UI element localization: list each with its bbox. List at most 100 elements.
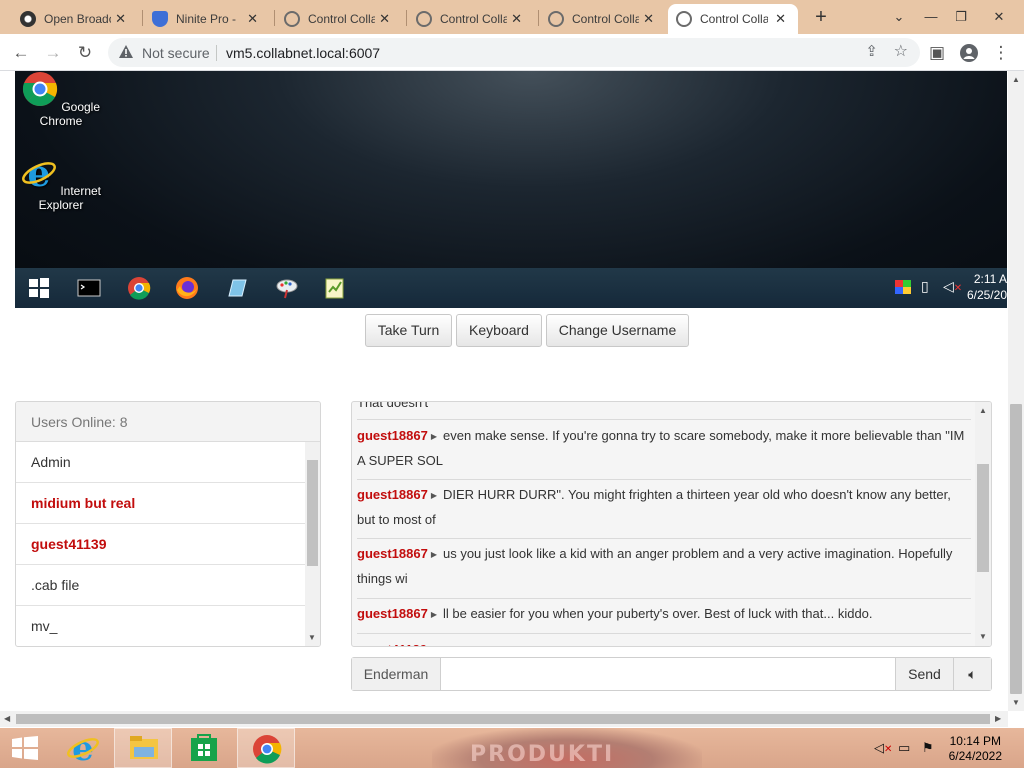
tab-title: Control Colla xyxy=(440,12,508,26)
close-window-button[interactable]: ✕ xyxy=(984,4,1014,30)
speaker-muted-icon[interactable]: ◁✕ xyxy=(943,278,962,295)
scroll-up-arrow-icon[interactable]: ▲ xyxy=(979,406,987,415)
user-list-item[interactable]: .cab file xyxy=(16,565,305,606)
page-horizontal-scrollbar-thumb[interactable] xyxy=(16,714,990,724)
desktop-icon-internet-explorer[interactable]: e Internet Explorer xyxy=(15,153,107,212)
globe-icon xyxy=(548,11,564,27)
taskbar-store[interactable] xyxy=(176,728,234,768)
minimize-button[interactable]: — xyxy=(916,4,946,30)
chat-input-bar: Enderman Send 🔈︎ xyxy=(351,657,992,691)
scroll-up-arrow-icon[interactable]: ▲ xyxy=(1012,75,1020,84)
chat-username[interactable]: guest41139 xyxy=(357,642,427,646)
tab-separator xyxy=(274,10,275,26)
more-menu-icon[interactable]: ⋮ xyxy=(988,40,1014,66)
remote-desktop-view[interactable]: Google Chrome e Internet Explorer ▯ ◁✕ 2… xyxy=(15,71,1007,308)
tab-open-broadcaster[interactable]: Open Broadcaster ✕ xyxy=(12,4,138,34)
tab-ninite-pro[interactable]: Ninite Pro - ✕ xyxy=(144,4,270,34)
user-list-item[interactable]: midium but real xyxy=(16,483,305,524)
scroll-down-arrow-icon[interactable]: ▼ xyxy=(1012,698,1020,707)
ie-icon: e xyxy=(67,732,99,764)
scroll-right-arrow-icon[interactable]: ▶ xyxy=(995,714,1001,723)
color-display-icon[interactable] xyxy=(895,280,911,294)
network-icon[interactable]: ▭ xyxy=(898,740,910,756)
chat-username[interactable]: guest18867 xyxy=(357,487,428,502)
chat-message: guest18867 ▶ us you just look like a kid w… xyxy=(357,538,971,599)
new-tab-button[interactable]: + xyxy=(808,6,834,30)
chat-scrollbar-thumb[interactable] xyxy=(977,464,989,572)
tab-separator xyxy=(538,10,539,26)
flag-icon[interactable]: ⚑ xyxy=(922,740,934,756)
back-arrow-icon[interactable]: ← xyxy=(8,40,34,66)
user-list-item[interactable]: mv_ xyxy=(16,606,305,646)
close-tab-icon[interactable]: ✕ xyxy=(507,11,526,27)
speaker-muted-icon[interactable]: ◁✕ xyxy=(874,740,892,756)
page-vertical-scrollbar-thumb[interactable] xyxy=(1010,404,1022,694)
keyboard-button[interactable]: Keyboard xyxy=(456,314,542,347)
tab-control-collab-active[interactable]: Control Colla ✕ xyxy=(668,4,798,34)
notepad-icon[interactable] xyxy=(225,276,249,300)
scroll-left-arrow-icon[interactable]: ◀ xyxy=(4,714,10,723)
notepadpp-icon[interactable] xyxy=(323,276,347,300)
system-clock[interactable]: 10:14 PM 6/24/2022 xyxy=(949,734,1002,764)
remote-taskbar: ▯ ◁✕ 2:11 A 6/25/20 xyxy=(15,268,1007,308)
store-icon xyxy=(191,734,217,761)
chat-username[interactable]: guest18867 xyxy=(357,546,428,561)
speaker-icon[interactable]: 🔈︎ xyxy=(953,658,991,690)
chrome-icon[interactable] xyxy=(127,276,151,300)
svg-text:e: e xyxy=(28,155,51,191)
chat-message: guest18867 ▶ ll be easier for you when you… xyxy=(357,598,971,634)
close-tab-icon[interactable]: ✕ xyxy=(375,11,394,27)
user-list-item[interactable]: Admin xyxy=(16,442,305,483)
message-arrow-icon: ▶ xyxy=(430,491,437,500)
bookmark-star-icon[interactable]: ☆ xyxy=(894,41,908,61)
close-tab-icon[interactable]: ✕ xyxy=(771,11,790,27)
chat-text: even make sense. If you're gonna try to … xyxy=(357,428,965,468)
taskbar-chrome[interactable] xyxy=(237,728,295,768)
security-label[interactable]: Not secure xyxy=(142,45,210,61)
scroll-down-arrow-icon[interactable]: ▼ xyxy=(979,632,987,641)
remote-clock[interactable]: 2:11 A 6/25/20 xyxy=(967,271,1007,303)
users-scrollbar-thumb[interactable] xyxy=(307,460,318,566)
reload-icon[interactable]: ↻ xyxy=(72,40,98,66)
chat-username[interactable]: guest18867 xyxy=(357,606,428,621)
chat-message-partial: guest41139 xyxy=(357,634,971,646)
paint-icon[interactable] xyxy=(275,276,299,300)
taskbar-internet-explorer[interactable]: e xyxy=(54,728,112,768)
desktop-icon-chrome[interactable]: Google Chrome xyxy=(15,71,107,128)
tab-control-collab-3[interactable]: Control Colla ✕ xyxy=(540,4,666,34)
profile-avatar-icon[interactable] xyxy=(956,40,982,66)
close-tab-icon[interactable]: ✕ xyxy=(111,11,130,27)
share-icon[interactable]: ⇪ xyxy=(865,42,878,60)
tab-search-chevron-icon[interactable]: ⌄ xyxy=(884,4,914,30)
tab-control-collab-2[interactable]: Control Colla ✕ xyxy=(408,4,534,34)
address-bar[interactable]: Not secure vm5.collabnet.local:6007 ⇪ ☆ xyxy=(108,38,920,67)
tab-separator xyxy=(142,10,143,26)
user-list-item[interactable]: guest41139 xyxy=(16,524,305,565)
tab-control-collab-1[interactable]: Control Colla ✕ xyxy=(276,4,402,34)
tab-separator xyxy=(406,10,407,26)
scroll-down-arrow-icon[interactable]: ▼ xyxy=(308,633,316,642)
url-text[interactable]: vm5.collabnet.local:6007 xyxy=(226,45,380,61)
chat-text: ll be easier for you when your puberty's… xyxy=(442,606,873,621)
chat-text: That doesn't xyxy=(357,401,429,410)
firefox-icon[interactable] xyxy=(175,276,199,300)
send-button[interactable]: Send xyxy=(895,658,953,690)
restore-button[interactable]: ❐ xyxy=(946,4,976,30)
warning-triangle-icon[interactable] xyxy=(118,44,134,60)
change-username-button[interactable]: Change Username xyxy=(546,314,689,347)
side-panel-icon[interactable]: ▣ xyxy=(924,40,950,66)
taskbar-file-explorer[interactable] xyxy=(114,728,172,768)
windows-start-icon[interactable] xyxy=(12,736,38,760)
wallpaper-text: PRODUKTI xyxy=(470,742,615,767)
chat-message-input[interactable] xyxy=(442,658,895,690)
chat-username[interactable]: guest18867 xyxy=(357,428,428,443)
close-tab-icon[interactable]: ✕ xyxy=(243,11,262,27)
users-online-header: Users Online: 8 xyxy=(16,402,320,442)
chrome-icon xyxy=(22,72,58,106)
forward-arrow-icon[interactable]: → xyxy=(40,40,66,66)
take-turn-button[interactable]: Take Turn xyxy=(365,314,452,347)
battery-icon[interactable]: ▯ xyxy=(921,278,929,295)
windows-start-icon[interactable] xyxy=(27,276,51,300)
terminal-icon[interactable] xyxy=(77,276,101,300)
close-tab-icon[interactable]: ✕ xyxy=(639,11,658,27)
